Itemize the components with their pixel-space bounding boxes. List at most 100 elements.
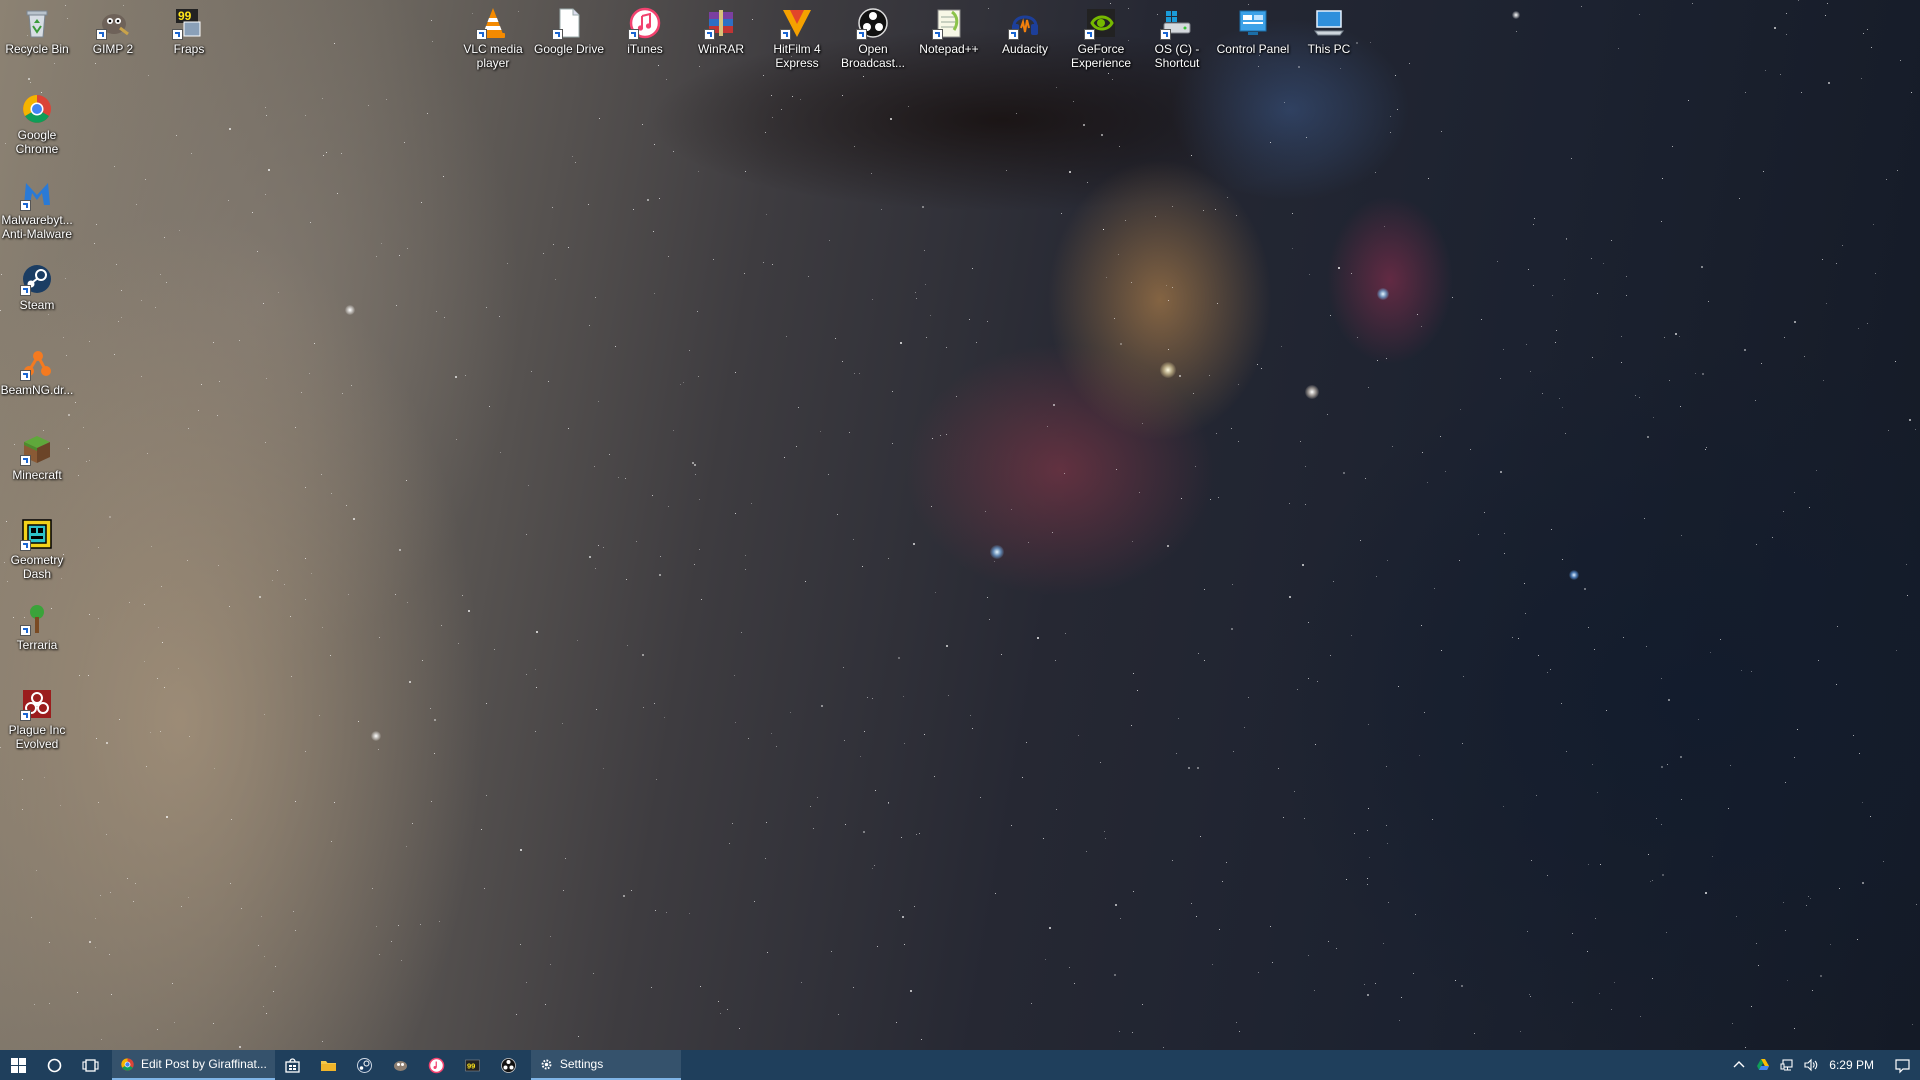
desktop-icon-os-c[interactable]: OS (C) - Shortcut [1140,6,1214,70]
desktop-icon-this-pc[interactable]: This PC [1292,6,1366,56]
desktop-icon-obs[interactable]: Open Broadcast... [836,6,910,70]
wallpaper-star [406,480,407,481]
desktop-icon-geometry-dash[interactable]: Geometry Dash [0,517,74,581]
wallpaper-star [565,858,566,859]
wallpaper-star [399,255,400,256]
desktop-icon-gimp[interactable]: GIMP 2 [76,6,150,56]
wallpaper-star [1155,216,1156,217]
taskbar-chrome-window[interactable]: Edit Post by Giraffinat... [112,1050,275,1080]
wallpaper-star [550,964,551,965]
taskbar-file-explorer-button[interactable] [311,1050,347,1080]
wallpaper-star [379,954,380,955]
wallpaper-star [1739,198,1740,199]
wallpaper-star [118,321,119,322]
wallpaper-star [940,435,941,436]
desktop-icon-vlc[interactable]: VLC media player [456,6,530,70]
wallpaper-star [95,947,96,948]
desktop-icon-audacity[interactable]: Audacity [988,6,1062,56]
wallpaper-star [1137,690,1138,691]
wallpaper-star [720,1013,721,1014]
tray-google-drive[interactable] [1751,1050,1775,1080]
desktop-icon-malwarebytes[interactable]: Malwarebyt... Anti-Malware [0,177,74,241]
taskbar-store-button[interactable] [275,1050,311,1080]
wallpaper-star [1656,818,1657,819]
wallpaper-star [135,883,136,884]
wallpaper-star [507,263,508,264]
wallpaper-star [1680,756,1682,758]
wallpaper-star [1367,878,1368,879]
wallpaper-star [1481,319,1482,320]
action-center-button[interactable] [1884,1050,1920,1080]
wallpaper-star [1897,170,1898,171]
wallpaper-star [1270,926,1271,927]
desktop-icon-chrome[interactable]: Google Chrome [0,92,74,156]
desktop-icon-plague-inc[interactable]: Plague Inc Evolved [0,687,74,751]
wallpaper-star [1756,943,1757,944]
wallpaper-star [535,669,536,670]
wallpaper-star [593,973,594,974]
wallpaper-star [642,124,643,125]
desktop-icon-control-panel[interactable]: Control Panel [1216,6,1290,56]
wallpaper-star [892,391,893,392]
taskbar-fraps-button[interactable]: 99 [455,1050,491,1080]
cortana-search-button[interactable] [36,1050,72,1080]
taskbar-steam-button[interactable] [347,1050,383,1080]
task-view-button[interactable] [72,1050,108,1080]
wallpaper-star [853,987,854,988]
nvidia-icon [1084,6,1118,40]
wallpaper-star [1559,398,1560,399]
taskbar-window-title: Settings [559,1057,604,1071]
desktop-icon-notepadpp[interactable]: Notepad++ [912,6,986,56]
wallpaper-star [633,209,634,210]
desktop-icon-geforce[interactable]: GeForce Experience [1064,6,1138,70]
taskbar-itunes-button[interactable] [419,1050,455,1080]
wallpaper-star [553,244,554,245]
desktop-icon-itunes[interactable]: iTunes [608,6,682,56]
start-button[interactable] [0,1050,36,1080]
wallpaper-star [872,868,873,869]
minecraft-grass-block-icon [20,432,54,466]
wallpaper-star [1198,653,1199,654]
desktop-icon-winrar[interactable]: WinRAR [684,6,758,56]
wallpaper-star [129,602,130,603]
desktop[interactable]: Recycle Bin GIMP 2 99 Fraps VLC media pl… [0,0,1920,1050]
desktop-icon-hitfilm[interactable]: HitFilm 4 Express [760,6,834,70]
wallpaper-star [732,823,733,824]
tray-volume[interactable] [1799,1050,1823,1080]
wallpaper-star [178,668,179,669]
desktop-icon-minecraft[interactable]: Minecraft [0,432,74,482]
wallpaper-star [89,341,90,342]
wallpaper-star [1695,373,1696,374]
taskbar-gimp-button[interactable] [383,1050,419,1080]
wallpaper-star [30,82,31,83]
wallpaper-star [1761,363,1762,364]
wallpaper-star [1061,213,1062,214]
wallpaper-star [1623,637,1624,638]
wallpaper-star [1327,414,1328,415]
show-hidden-icons-button[interactable] [1727,1050,1751,1080]
desktop-icon-recycle-bin[interactable]: Recycle Bin [0,6,74,56]
wallpaper-star [697,311,698,312]
taskbar-settings-window[interactable]: Settings [530,1050,681,1080]
wallpaper-star [805,581,806,582]
wallpaper-star [109,954,110,955]
tray-network[interactable] [1775,1050,1799,1080]
desktop-icon-steam[interactable]: Steam [0,262,74,312]
wallpaper-star [835,338,836,339]
desktop-icon-terraria[interactable]: Terraria [0,602,74,652]
taskbar-obs-button[interactable] [491,1050,527,1080]
wallpaper-star [407,602,408,603]
wallpaper-star [987,321,988,322]
wallpaper-star [699,66,700,67]
desktop-icon-google-drive[interactable]: Google Drive [532,6,606,56]
wallpaper-star [1422,452,1423,453]
wallpaper-star [278,292,279,293]
clock[interactable]: 6:29 PM [1823,1058,1884,1072]
wallpaper-star [1561,703,1562,704]
wallpaper-star [1428,178,1429,179]
desktop-icon-fraps[interactable]: 99 Fraps [152,6,226,56]
wallpaper-star [1315,744,1316,745]
wallpaper-star [877,946,878,947]
wallpaper-star [368,105,369,106]
desktop-icon-beamng[interactable]: BeamNG.dr... [0,347,74,397]
